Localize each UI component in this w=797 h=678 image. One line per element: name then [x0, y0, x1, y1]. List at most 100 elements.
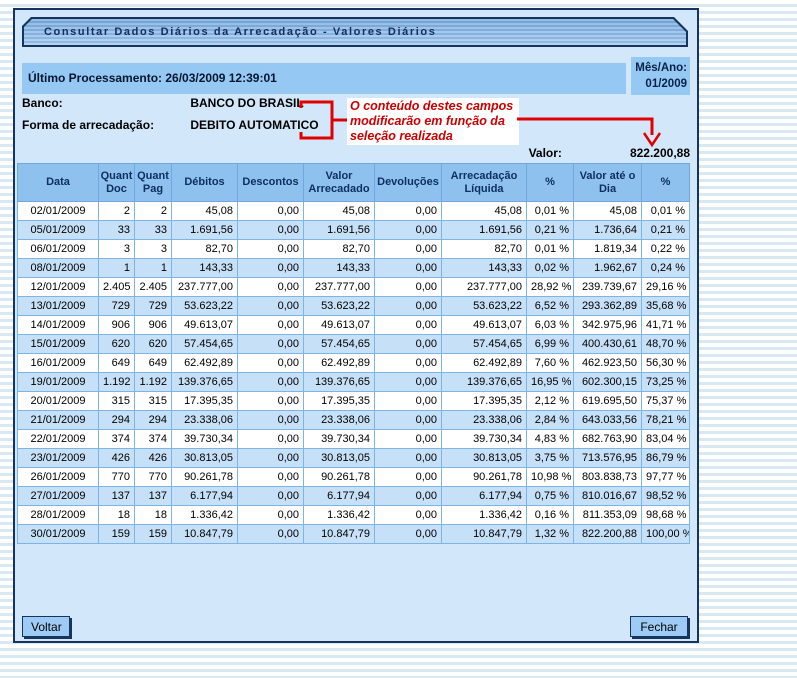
cell: 2.405 — [99, 278, 135, 297]
cell: 0,00 — [238, 430, 304, 449]
cell: 374 — [99, 430, 135, 449]
column-header: Arrecadação Líquida — [442, 164, 527, 202]
cell: 35,68 % — [642, 297, 690, 316]
cell: 0,16 % — [527, 506, 574, 525]
cell: 682.763,90 — [574, 430, 642, 449]
cell: 0,00 — [238, 392, 304, 411]
cell: 53.623,22 — [304, 297, 375, 316]
cell: 29,16 % — [642, 278, 690, 297]
cell: 0,00 — [238, 278, 304, 297]
cell: 811.353,09 — [574, 506, 642, 525]
cell: 143,33 — [172, 259, 238, 278]
cell: 2.405 — [135, 278, 172, 297]
cell: 21/01/2009 — [18, 411, 99, 430]
cell: 1,32 % — [527, 525, 574, 544]
cell: 0,00 — [238, 411, 304, 430]
table-row: 02/01/20092245,080,0045,080,0045,080,01 … — [18, 202, 690, 221]
cell: 82,70 — [304, 240, 375, 259]
cell: 78,21 % — [642, 411, 690, 430]
cell: 82,70 — [172, 240, 238, 259]
column-header: % — [527, 164, 574, 202]
column-header: Devoluções — [375, 164, 442, 202]
cell: 27/01/2009 — [18, 487, 99, 506]
cell: 713.576,95 — [574, 449, 642, 468]
table-row: 05/01/200933331.691,560,001.691,560,001.… — [18, 221, 690, 240]
table-row: 08/01/200911143,330,00143,330,00143,330,… — [18, 259, 690, 278]
month-year-box: Mês/Ano: 01/2009 — [631, 57, 690, 95]
cell: 0,00 — [375, 354, 442, 373]
cell: 137 — [135, 487, 172, 506]
cell: 0,00 — [375, 430, 442, 449]
cell: 1.736,64 — [574, 221, 642, 240]
cell: 16/01/2009 — [18, 354, 99, 373]
cell: 17.395,35 — [304, 392, 375, 411]
cell: 1.962,67 — [574, 259, 642, 278]
cell: 62.492,89 — [172, 354, 238, 373]
cell: 1.819,34 — [574, 240, 642, 259]
cell: 2 — [135, 202, 172, 221]
table-row: 19/01/20091.1921.192139.376,650,00139.37… — [18, 373, 690, 392]
cell: 0,00 — [238, 221, 304, 240]
cell: 237.777,00 — [442, 278, 527, 297]
close-button[interactable]: Fechar — [630, 616, 688, 637]
bank-label: Banco: — [22, 96, 187, 110]
cell: 374 — [135, 430, 172, 449]
cell: 139.376,65 — [172, 373, 238, 392]
cell: 86,79 % — [642, 449, 690, 468]
cell: 643.033,56 — [574, 411, 642, 430]
cell: 1.691,56 — [442, 221, 527, 240]
cell: 0,00 — [375, 259, 442, 278]
cell: 30/01/2009 — [18, 525, 99, 544]
column-header: % — [642, 164, 690, 202]
table-row: 22/01/200937437439.730,340,0039.730,340,… — [18, 430, 690, 449]
cell: 293.362,89 — [574, 297, 642, 316]
cell: 139.376,65 — [304, 373, 375, 392]
cell: 770 — [135, 468, 172, 487]
cell: 0,21 % — [642, 221, 690, 240]
cell: 0,00 — [238, 335, 304, 354]
cell: 97,77 % — [642, 468, 690, 487]
cell: 33 — [135, 221, 172, 240]
cell: 6.177,94 — [304, 487, 375, 506]
app-window: Consultar Dados Diários da Arrecadação -… — [13, 8, 699, 643]
cell: 23.338,06 — [172, 411, 238, 430]
cell: 237.777,00 — [172, 278, 238, 297]
cell: 462.923,50 — [574, 354, 642, 373]
cell: 342.975,96 — [574, 316, 642, 335]
cell: 3,75 % — [527, 449, 574, 468]
cell: 1 — [135, 259, 172, 278]
table-row: 28/01/200918181.336,420,001.336,420,001.… — [18, 506, 690, 525]
cell: 620 — [99, 335, 135, 354]
cell: 18 — [99, 506, 135, 525]
cell: 33 — [99, 221, 135, 240]
cell: 1.691,56 — [304, 221, 375, 240]
cell: 1 — [99, 259, 135, 278]
cell: 649 — [99, 354, 135, 373]
daily-values-table: DataQuant DocQuant PagDébitosDescontosVa… — [17, 163, 690, 544]
cell: 30.813,05 — [442, 449, 527, 468]
last-processing-bar: Último Processamento: 26/03/2009 12:39:0… — [22, 63, 626, 94]
cell: 619.695,50 — [574, 392, 642, 411]
cell: 10.847,79 — [172, 525, 238, 544]
cell: 294 — [99, 411, 135, 430]
cell: 90.261,78 — [442, 468, 527, 487]
cell: 16,95 % — [527, 373, 574, 392]
cell: 0,00 — [375, 525, 442, 544]
cell: 143,33 — [442, 259, 527, 278]
cell: 0,00 — [238, 506, 304, 525]
cell: 06/01/2009 — [18, 240, 99, 259]
cell: 2 — [99, 202, 135, 221]
cell: 7,60 % — [527, 354, 574, 373]
cell: 906 — [99, 316, 135, 335]
cell: 159 — [99, 525, 135, 544]
cell: 08/01/2009 — [18, 259, 99, 278]
cell: 10,98 % — [527, 468, 574, 487]
table-row: 30/01/200915915910.847,790,0010.847,790,… — [18, 525, 690, 544]
cell: 23/01/2009 — [18, 449, 99, 468]
column-header: Débitos — [172, 164, 238, 202]
cell: 426 — [135, 449, 172, 468]
cell: 45,08 — [574, 202, 642, 221]
cell: 41,71 % — [642, 316, 690, 335]
cell: 0,00 — [238, 240, 304, 259]
back-button[interactable]: Voltar — [22, 616, 70, 637]
